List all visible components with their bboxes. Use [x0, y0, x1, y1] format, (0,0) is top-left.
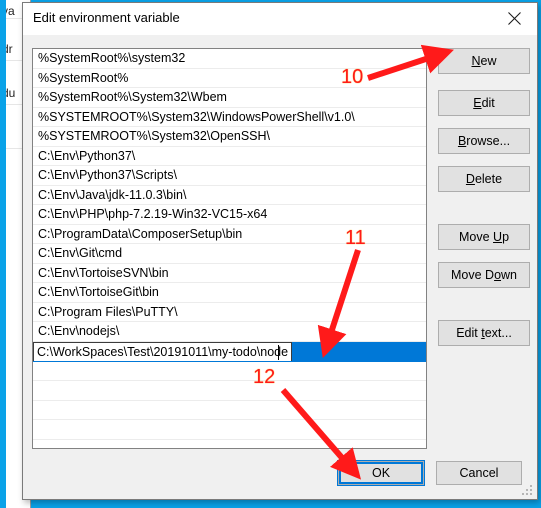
path-row[interactable]: %SYSTEMROOT%\System32\WindowsPowerShell\… — [33, 108, 426, 127]
path-row-text: C:\ProgramData\ComposerSetup\bin — [38, 226, 243, 241]
path-row[interactable]: C:\Env\TortoiseSVN\bin — [33, 264, 426, 283]
edit-text-button[interactable]: Edit text... — [438, 320, 530, 346]
delete-button[interactable]: Delete — [438, 166, 530, 192]
path-row-empty[interactable] — [33, 440, 426, 449]
edit-button-label: Edit — [473, 96, 495, 110]
path-row-text: C:\Env\Java\jdk-11.0.3\bin\ — [38, 187, 187, 202]
path-row-text: C:\Env\Python37\Scripts\ — [38, 168, 177, 182]
desktop-backdrop — [0, 0, 6, 508]
path-edit-input[interactable]: C:\WorkSpaces\Test\20191011\my-todo\node — [33, 341, 292, 361]
path-row[interactable]: C:\Env\Git\cmd — [33, 244, 426, 264]
text-caret — [278, 344, 279, 360]
path-row[interactable]: C:\Env\Java\jdk-11.0.3\bin\ — [33, 186, 426, 205]
path-row-text: %SYSTEMROOT%\System32\OpenSSH\ — [38, 129, 271, 143]
path-row-empty[interactable] — [33, 362, 426, 381]
move-up-button[interactable]: Move Up — [438, 224, 530, 250]
path-row[interactable]: C:\Env\Python37\Scripts\ — [33, 166, 426, 186]
path-listbox[interactable]: %SystemRoot%\system32 %SystemRoot% %System… — [32, 48, 427, 449]
path-row[interactable]: C:\Env\TortoiseGit\bin — [33, 283, 426, 303]
delete-button-label: Delete — [465, 172, 503, 186]
new-button[interactable]: New — [438, 48, 530, 74]
path-row[interactable]: C:\Env\PHP\php-7.2.19-Win32-VC15-x64 — [33, 205, 426, 225]
path-row-text: C:\Env\TortoiseSVN\bin — [38, 265, 169, 280]
cancel-button[interactable]: Cancel — [436, 461, 522, 485]
path-edit-input-value: C:\WorkSpaces\Test\20191011\my-todo\node — [37, 344, 289, 359]
path-row[interactable]: %SystemRoot%\system32 — [33, 49, 426, 69]
edit-environment-variable-dialog: Edit environment variable %SystemRoot%\s… — [22, 2, 538, 500]
path-row-text: C:\Env\TortoiseGit\bin — [38, 285, 159, 299]
dialog-title: Edit environment variable — [33, 10, 180, 25]
path-row-text: C:\Program Files\PuTTY\ — [38, 304, 178, 319]
path-row-text: C:\Env\nodejs\ — [38, 324, 120, 338]
editing-row[interactable]: C:\WorkSpaces\Test\20191011\my-todo\node — [33, 341, 426, 362]
cancel-button-label: Cancel — [459, 466, 499, 480]
path-row-text: %SystemRoot%\system32 — [38, 51, 186, 65]
new-button-label: New — [471, 54, 497, 68]
path-row-empty[interactable] — [33, 401, 426, 420]
path-row-text: %SYSTEMROOT%\System32\WindowsPowerShell\… — [38, 109, 355, 124]
path-row-text: %SystemRoot%\System32\Wbem — [38, 90, 227, 104]
edit-button[interactable]: Edit — [438, 90, 530, 116]
path-row[interactable]: %SystemRoot% — [33, 69, 426, 88]
path-row-text: C:\Env\Python37\ — [38, 148, 136, 163]
move-up-button-label: Move Up — [458, 230, 510, 244]
path-row-text: %SystemRoot% — [38, 70, 129, 85]
path-row[interactable]: %SystemRoot%\System32\Wbem — [33, 88, 426, 108]
browse-button-label: Browse... — [457, 134, 511, 148]
path-row[interactable]: C:\ProgramData\ComposerSetup\bin — [33, 225, 426, 244]
path-row-text: C:\Env\PHP\php-7.2.19-Win32-VC15-x64 — [38, 207, 268, 221]
path-row[interactable]: C:\Env\Python37\ — [33, 147, 426, 166]
ok-button-label: OK — [371, 466, 391, 480]
path-row-empty[interactable] — [33, 381, 426, 401]
screenshot-root: va dr du Edit environment variable %Syst… — [0, 0, 541, 508]
browse-button[interactable]: Browse... — [438, 128, 530, 154]
path-row[interactable]: C:\Env\nodejs\ — [33, 322, 426, 342]
resize-grip[interactable] — [522, 485, 533, 496]
edit-text-button-label: Edit text... — [456, 326, 512, 340]
path-row-empty[interactable] — [33, 420, 426, 440]
path-row-text: C:\Env\Git\cmd — [38, 246, 123, 260]
dialog-titlebar: Edit environment variable — [23, 3, 537, 35]
path-row[interactable]: %SYSTEMROOT%\System32\OpenSSH\ — [33, 127, 426, 147]
ok-button[interactable]: OK — [338, 461, 424, 485]
move-down-button-label: Move Down — [450, 268, 517, 282]
close-icon[interactable] — [491, 3, 537, 34]
path-row[interactable]: C:\Program Files\PuTTY\ — [33, 303, 426, 322]
move-down-button[interactable]: Move Down — [438, 262, 530, 288]
